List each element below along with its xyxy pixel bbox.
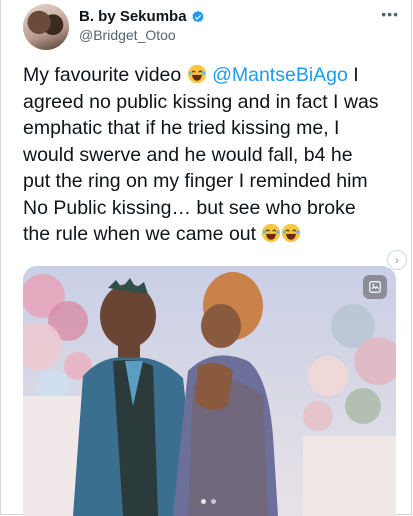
ellipsis-icon[interactable]: ••• bbox=[381, 6, 399, 22]
tweet-card: B. by Sekumba @Bridget_Otoo ••• My favou… bbox=[0, 0, 412, 516]
tweet-photo[interactable] bbox=[23, 266, 396, 516]
tweet-text-part-1: My favourite video bbox=[23, 64, 187, 86]
laughing-emoji-icon bbox=[282, 223, 301, 243]
laughing-emoji-icon bbox=[262, 223, 281, 243]
laughing-emoji-icon bbox=[187, 64, 206, 84]
author-handle[interactable]: @Bridget_Otoo bbox=[79, 27, 176, 43]
mention-link[interactable]: @MantseBiAgo bbox=[212, 64, 348, 86]
carousel-dot-2[interactable] bbox=[211, 499, 216, 504]
carousel-dot-1[interactable] bbox=[201, 499, 206, 504]
photo-illustration bbox=[23, 266, 396, 516]
author-name-row[interactable]: B. by Sekumba bbox=[79, 8, 205, 25]
verified-badge-icon bbox=[191, 10, 204, 22]
author-display-name[interactable]: B. by Sekumba bbox=[79, 8, 187, 25]
media-tag-icon[interactable] bbox=[363, 275, 387, 299]
tweet-header: B. by Sekumba @Bridget_Otoo bbox=[23, 4, 401, 50]
carousel-next-button[interactable]: › bbox=[387, 250, 407, 270]
carousel-indicator bbox=[201, 499, 216, 504]
avatar[interactable] bbox=[23, 4, 69, 50]
tweet-text-part-2: I agreed no public kissing and in fact I… bbox=[23, 64, 379, 245]
tweet-text: My favourite video @MantseBiAgo I agreed… bbox=[23, 62, 383, 248]
